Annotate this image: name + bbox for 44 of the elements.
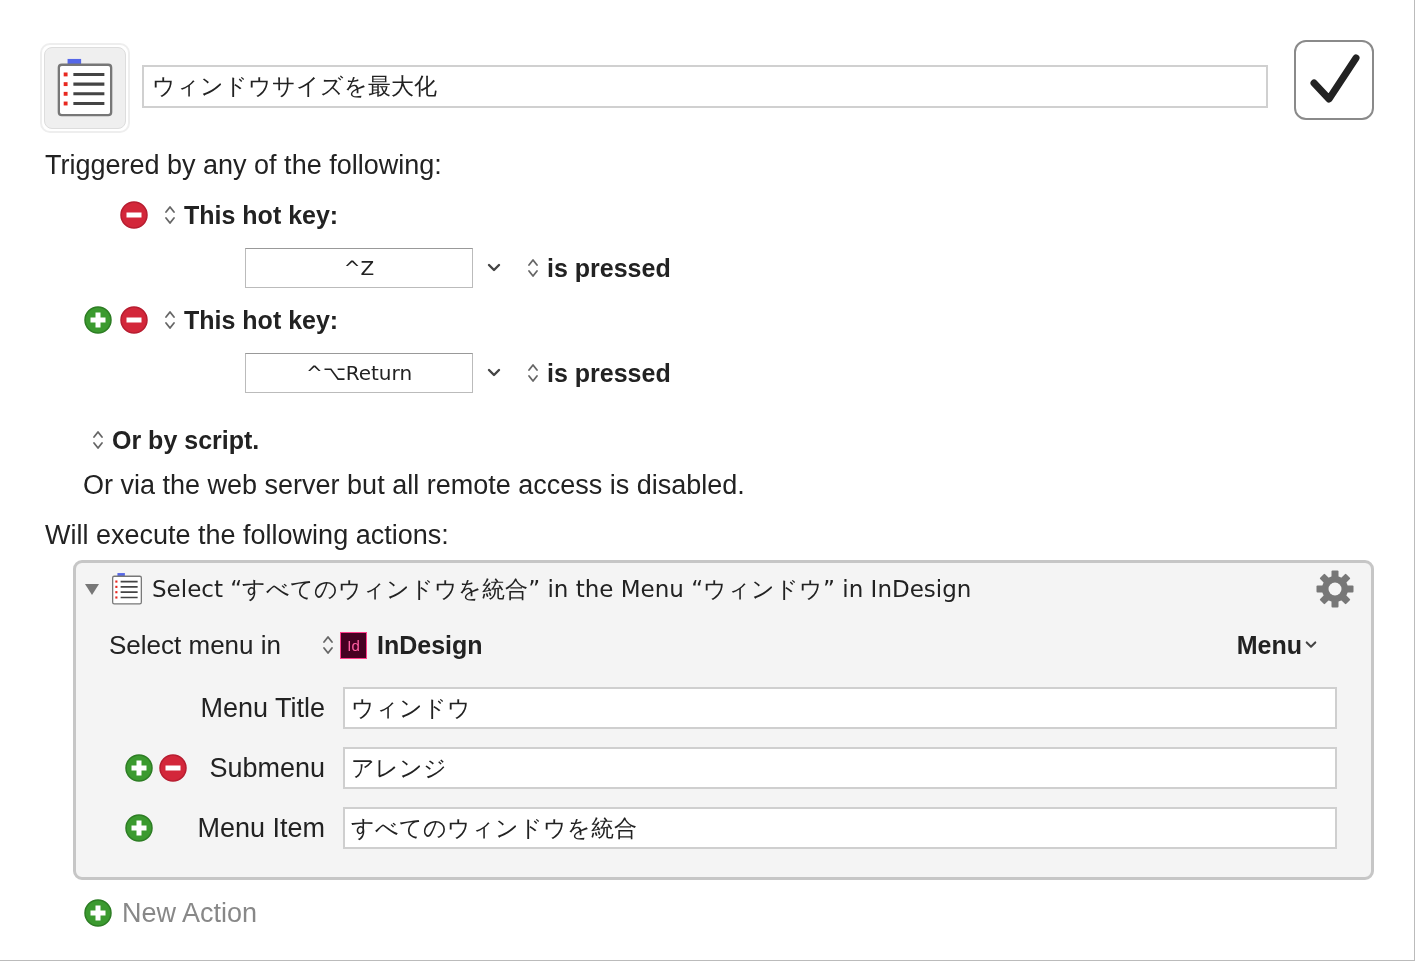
new-action-link[interactable]: New Action: [122, 897, 258, 929]
hot-key-field[interactable]: ^⌥Return: [245, 353, 473, 393]
add-icon[interactable]: [84, 899, 112, 927]
add-icon[interactable]: [125, 814, 153, 842]
up-down-arrows-icon[interactable]: [527, 361, 539, 385]
select-menu-label: Select menu in: [109, 629, 282, 661]
condition-label: is pressed: [547, 253, 671, 283]
remove-icon[interactable]: [159, 754, 187, 782]
trigger-type-label: This hot key:: [184, 200, 339, 230]
list-icon: [110, 572, 144, 606]
remove-icon[interactable]: [120, 306, 148, 334]
add-icon[interactable]: [125, 754, 153, 782]
menu-dropdown[interactable]: Menu: [1236, 630, 1317, 660]
section-heading: Will execute the following actions:: [45, 519, 449, 551]
script-trigger-label: Or by script.: [112, 425, 260, 455]
action-title: Select “すべてのウィンドウを統合” in the Menu “ウィンドウ” in InDesign: [152, 574, 973, 604]
section-heading: Triggered by any of the following:: [45, 149, 442, 181]
up-down-arrows-icon[interactable]: [164, 308, 176, 332]
chevron-down-icon[interactable]: [487, 263, 501, 273]
up-down-arrows-icon[interactable]: [164, 203, 176, 227]
chevron-down-icon[interactable]: [487, 368, 501, 378]
field-label: Menu Title: [200, 692, 325, 724]
hot-key-field[interactable]: ^Z: [245, 248, 473, 288]
disclosure-triangle-icon[interactable]: [84, 581, 100, 597]
app-icon: Id: [340, 631, 367, 659]
field-label: Submenu: [209, 752, 325, 784]
remove-icon[interactable]: [120, 201, 148, 229]
application-name[interactable]: InDesign: [377, 630, 1237, 660]
macro-icon-well[interactable]: [40, 43, 130, 133]
trigger-type-label: This hot key:: [184, 305, 339, 335]
menu-field[interactable]: すべてのウィンドウを統合: [343, 807, 1337, 849]
up-down-arrows-icon[interactable]: [92, 428, 104, 452]
menu-field[interactable]: アレンジ: [343, 747, 1337, 789]
chevron-down-icon[interactable]: [1305, 640, 1317, 650]
condition-label: is pressed: [547, 358, 671, 388]
web-server-note: Or via the web server but all remote access is disabled.: [83, 469, 745, 501]
add-icon[interactable]: [84, 306, 112, 334]
up-down-arrows-icon[interactable]: [527, 256, 539, 280]
up-down-arrows-icon[interactable]: [322, 633, 334, 657]
field-label: Menu Item: [197, 812, 325, 844]
menu-field[interactable]: ウィンドウ: [343, 687, 1337, 729]
settings-icon[interactable]: [1315, 569, 1355, 609]
enabled-checkbox[interactable]: [1294, 40, 1374, 120]
macro-name-field[interactable]: ウィンドウサイズを最大化: [142, 64, 1268, 108]
